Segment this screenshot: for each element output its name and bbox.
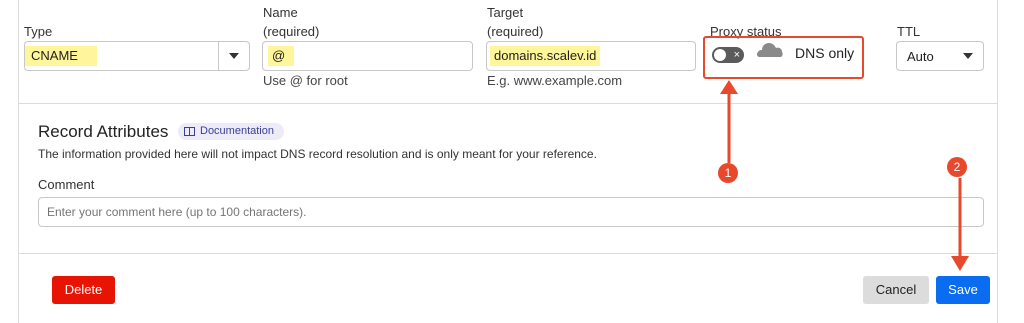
arrow-1-head	[720, 80, 738, 94]
step-1-badge: 1	[718, 163, 738, 183]
annotation-arrows	[720, 80, 969, 271]
arrow-2-head	[951, 256, 969, 271]
step-2-badge: 2	[947, 157, 967, 177]
